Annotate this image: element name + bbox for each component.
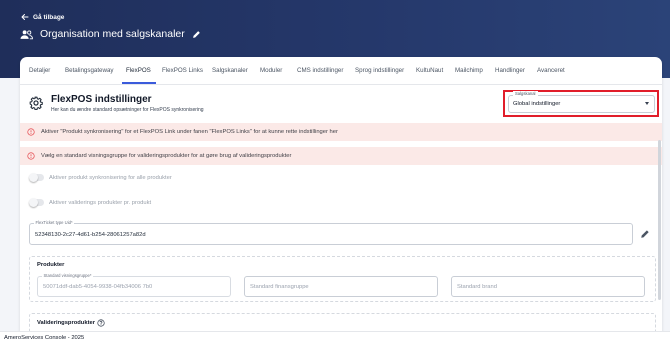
alert-text: Aktiver "Produkt synkronisering" for et … — [41, 129, 338, 135]
tab-kultunaut[interactable]: KultuNaut — [416, 67, 443, 74]
settings-header: FlexPOS indstillinger Her kan du ændre s… — [29, 94, 204, 113]
display-group-value: 50071ddf-dab5-4054-9938-04fb34006 7b0 — [43, 284, 153, 290]
tab-betalingsgateway[interactable]: Betalingsgateway — [65, 67, 114, 74]
tab-bar: Detaljer Betalingsgateway FlexPOS FlexPO… — [20, 57, 662, 85]
products-section: Produkter Standard visningsgruppe* 50071… — [29, 256, 656, 302]
tab-salgskanaler[interactable]: Salgskanaler — [212, 67, 248, 74]
tab-sprog-indstillinger[interactable]: Sprog indstillinger — [355, 67, 404, 74]
alert-circle-icon — [27, 152, 35, 160]
sales-channel-label: Salgskanal — [513, 91, 538, 96]
scrollbar[interactable] — [658, 140, 661, 300]
back-link[interactable]: Gå tilbage — [21, 13, 64, 21]
settings-title: FlexPOS indstillinger — [51, 94, 152, 105]
toggle-switch[interactable] — [29, 173, 44, 182]
display-group-label: Standard visningsgruppe* — [42, 273, 93, 278]
toggle-label: Aktiver validerings produkter pr. produk… — [49, 199, 152, 206]
edit-icon[interactable] — [640, 229, 650, 239]
toggle-product-sync[interactable]: Aktiver produkt synkronisering for alle … — [29, 173, 172, 182]
toggle-label: Aktiver produkt synkronisering for alle … — [49, 174, 172, 181]
brand-placeholder: Standard brand — [457, 284, 497, 290]
gear-icon — [29, 96, 43, 110]
finance-group-placeholder: Standard finansgruppe — [250, 284, 309, 290]
display-group-field[interactable]: Standard visningsgruppe* 50071ddf-dab5-4… — [37, 273, 231, 297]
edit-icon[interactable] — [192, 30, 201, 39]
tab-avanceret[interactable]: Avanceret — [537, 67, 565, 74]
back-label: Gå tilbage — [33, 13, 65, 21]
tab-moduler[interactable]: Moduler — [260, 67, 282, 74]
toggle-switch[interactable] — [29, 198, 44, 207]
arrow-left-icon — [21, 14, 29, 20]
users-icon — [20, 29, 33, 39]
tab-cms-indstillinger[interactable]: CMS indstillinger — [297, 67, 343, 74]
validation-title: Valideringsprodukter — [37, 320, 95, 326]
footer: AmeroServices Console - 2025 — [0, 331, 670, 345]
toggle-validation-products[interactable]: Aktiver validerings produkter pr. produk… — [29, 198, 152, 207]
tab-flexpos-links[interactable]: FlexPOS Links — [162, 67, 203, 74]
footer-text: AmeroServices Console - 2025 — [4, 335, 85, 341]
tab-handlinger[interactable]: Handlinger — [495, 67, 525, 74]
page-header: Organisation med salgskanaler — [20, 28, 201, 40]
alert-circle-icon — [27, 128, 35, 136]
ticket-type-value: 52348130-2c27-4d61-b254-28061257a82d — [35, 232, 146, 238]
ticket-type-label: FlexTicket type Uid* — [34, 220, 75, 225]
products-title: Produkter — [37, 262, 65, 268]
tab-mailchimp[interactable]: Mailchimp — [455, 67, 483, 74]
finance-group-field[interactable]: Standard finansgruppe — [244, 276, 438, 297]
brand-field[interactable]: Standard brand — [451, 276, 645, 297]
sales-channel-select[interactable]: Salgskanal Global indstillinger — [508, 91, 655, 113]
alert-product-sync: Aktiver "Produkt synkronisering" for et … — [20, 123, 662, 141]
settings-subtitle: Her kan du ændre standard opsætninger fo… — [51, 107, 204, 113]
ticket-type-field[interactable]: FlexTicket type Uid* 52348130-2c27-4d61-… — [29, 220, 633, 245]
help-icon[interactable] — [97, 319, 105, 327]
sales-channel-highlight: Salgskanal Global indstillinger — [503, 90, 659, 117]
tab-flexpos[interactable]: FlexPOS — [126, 67, 151, 74]
tab-detaljer[interactable]: Detaljer — [29, 67, 50, 74]
active-tab-indicator — [122, 82, 156, 84]
alert-display-group: Vælg en standard visningsgruppe for vali… — [20, 147, 662, 165]
page-title: Organisation med salgskanaler — [40, 28, 185, 40]
sales-channel-value: Global indstillinger — [513, 101, 561, 107]
alert-text: Vælg en standard visningsgruppe for vali… — [41, 153, 292, 159]
content-card: Detaljer Betalingsgateway FlexPOS FlexPO… — [20, 57, 662, 345]
chevron-down-icon — [645, 102, 649, 105]
